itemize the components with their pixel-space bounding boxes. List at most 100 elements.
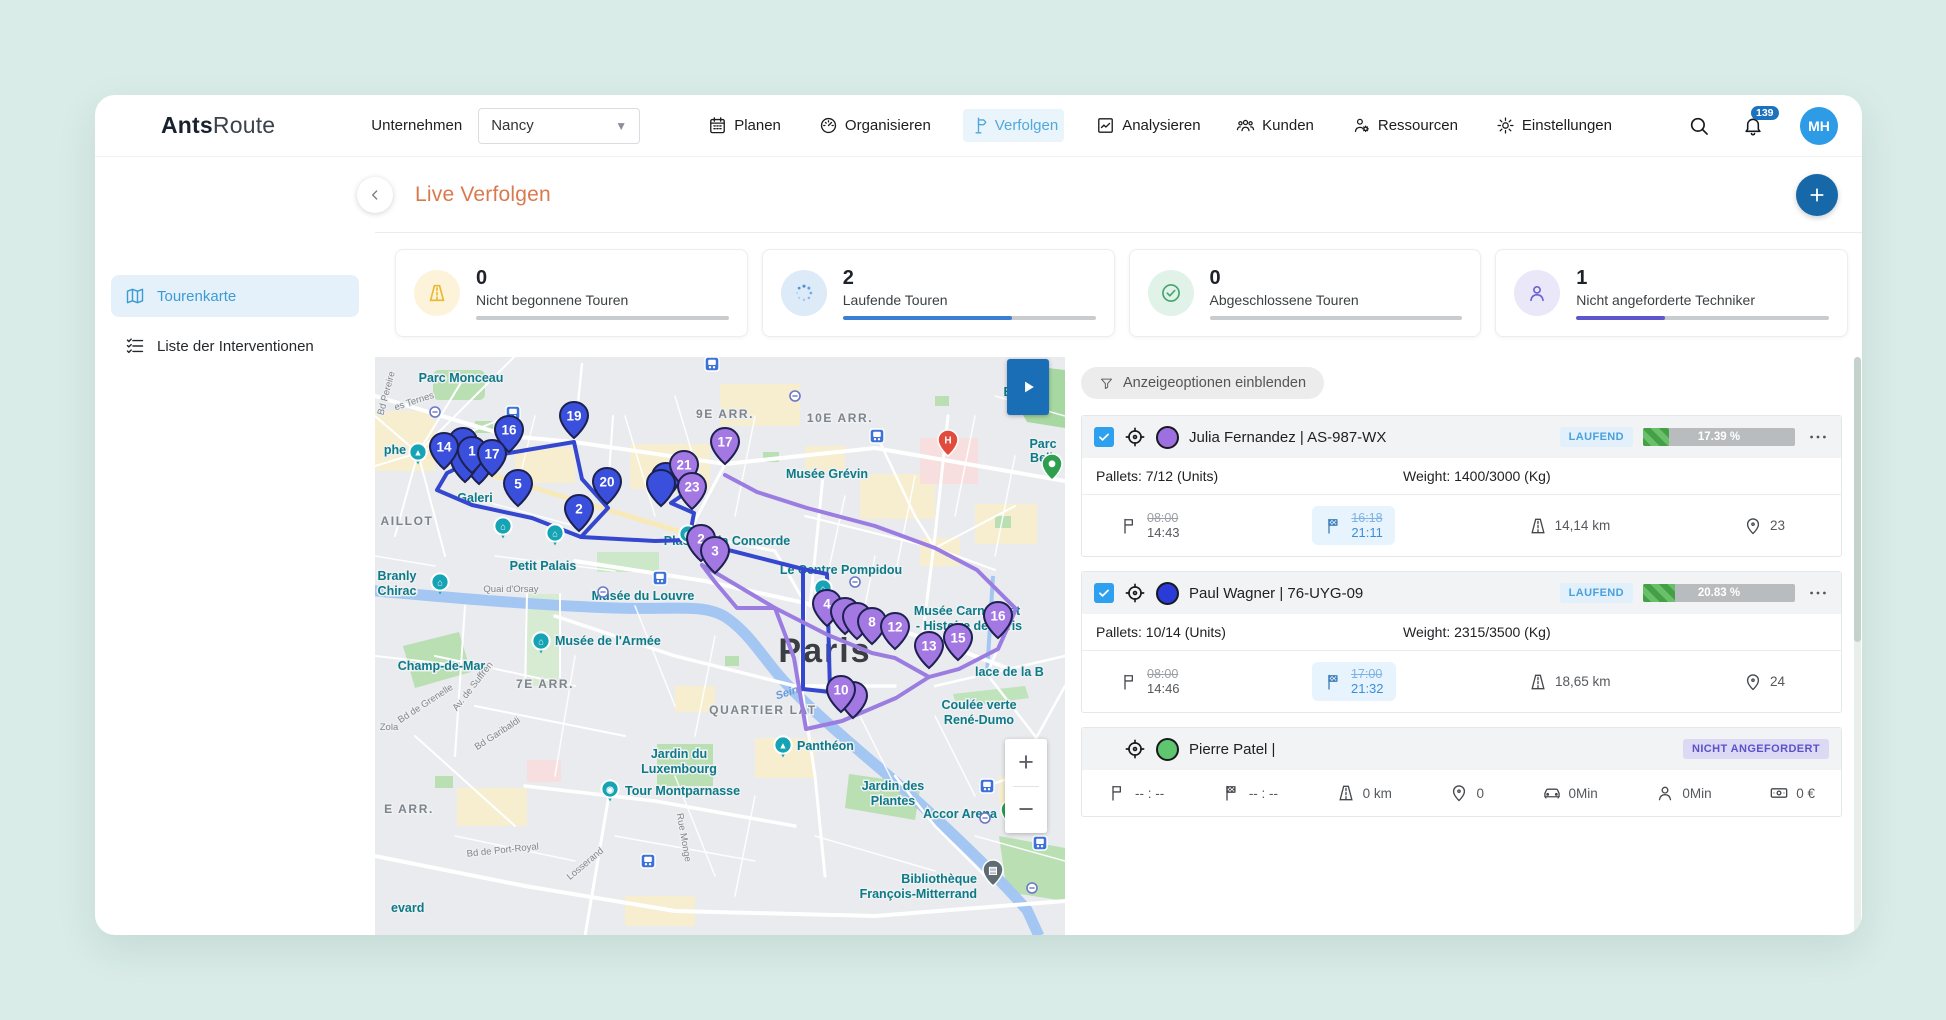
- flag-icon: [1120, 516, 1140, 536]
- svg-text:Jardin des: Jardin des: [862, 779, 925, 793]
- locate-icon[interactable]: [1124, 426, 1146, 448]
- svg-text:▲: ▲: [779, 741, 788, 751]
- svg-text:AILLOT: AILLOT: [381, 514, 434, 528]
- map[interactable]: Bd Pereire es Ternes Parc Monceau 9E ARR. 10…: [375, 357, 1065, 935]
- svg-text:⌂: ⌂: [538, 637, 543, 647]
- add-button[interactable]: [1796, 173, 1838, 216]
- chevron-left-icon: [367, 187, 383, 203]
- svg-text:10: 10: [833, 683, 848, 698]
- svg-text:Bibliothèque: Bibliothèque: [901, 872, 977, 886]
- zoom-in-button[interactable]: +: [1005, 739, 1047, 786]
- svg-text:23: 23: [684, 480, 700, 495]
- search-button[interactable]: [1688, 115, 1710, 137]
- nav-item-analysieren[interactable]: Analysieren: [1090, 109, 1206, 142]
- svg-text:8: 8: [868, 615, 876, 630]
- svg-text:evard: evard: [391, 901, 424, 915]
- sidebar-item-tourenkarte[interactable]: Tourenkarte: [111, 275, 359, 317]
- funnel-icon: [1099, 376, 1114, 391]
- finish-flag-icon: [1324, 516, 1344, 536]
- svg-text:Le Centre Pompidou: Le Centre Pompidou: [780, 563, 902, 577]
- svg-text:▲: ▲: [414, 448, 423, 458]
- navbar: AntsRoute Unternehmen Nancy ▼ Planen Org…: [95, 95, 1862, 157]
- status-badge: LAUFEND: [1559, 583, 1633, 603]
- nav-item-organisieren[interactable]: Organisieren: [813, 109, 937, 142]
- locate-icon[interactable]: [1124, 738, 1146, 760]
- scrollbar[interactable]: [1854, 357, 1861, 935]
- svg-text:Parc: Parc: [1029, 437, 1056, 451]
- content-header: Live Verfolgen: [357, 157, 1862, 233]
- display-options-button[interactable]: Anzeigeoptionen einblenden: [1081, 367, 1325, 399]
- more-menu-icon[interactable]: [1807, 426, 1829, 448]
- map-zoom-control: + −: [1005, 739, 1047, 833]
- road-icon: [1528, 516, 1548, 536]
- more-menu-icon[interactable]: [1807, 582, 1829, 604]
- sidebar: Tourenkarte Liste der Interventionen: [95, 157, 375, 935]
- nav-item-ressourcen[interactable]: Ressourcen: [1346, 109, 1464, 142]
- collapse-sidebar-button[interactable]: [357, 177, 393, 213]
- svg-text:lace de la B: lace de la B: [975, 665, 1044, 679]
- end-time: -- : --: [1222, 783, 1278, 803]
- stat-progress: [1576, 315, 1829, 320]
- nav-item-einstellungen[interactable]: Einstellungen: [1490, 109, 1618, 142]
- driver-distance: 18,65 km: [1528, 672, 1611, 692]
- stat-label: Nicht begonnene Touren: [476, 291, 629, 308]
- start-time: 08:00 14:46: [1120, 667, 1180, 696]
- stat-value: 1: [1576, 266, 1588, 289]
- svg-text:Tour Montparnasse: Tour Montparnasse: [625, 784, 740, 798]
- users-icon: [1236, 116, 1255, 135]
- svg-text:21: 21: [676, 458, 692, 473]
- svg-text:Panthéon: Panthéon: [797, 739, 854, 753]
- svg-text:7E ARR.: 7E ARR.: [516, 677, 574, 691]
- nav-item-kunden[interactable]: Kunden: [1230, 109, 1320, 142]
- map-icon: [125, 286, 145, 306]
- end-time: 16:18 21:11: [1312, 506, 1395, 545]
- svg-text:13: 13: [921, 639, 937, 654]
- sidebar-item-interventionen[interactable]: Liste der Interventionen: [111, 325, 359, 367]
- driver-cost: 0 €: [1769, 783, 1815, 803]
- pin-icon: [1743, 672, 1763, 692]
- stat-value: 0: [1209, 266, 1221, 289]
- spinner-icon: [780, 270, 827, 316]
- svg-text:Petit Palais: Petit Palais: [510, 559, 577, 573]
- logo[interactable]: AntsRoute: [123, 111, 275, 141]
- company-select[interactable]: Nancy ▼: [478, 107, 641, 144]
- nav-item-verfolgen[interactable]: Verfolgen: [962, 109, 1065, 142]
- person-icon: [1655, 783, 1675, 803]
- stat-progress: [476, 315, 729, 320]
- gear-icon: [1496, 116, 1515, 135]
- driver-card-pierre: Pierre Patel | NICHT ANGEFORDERT -- : --…: [1081, 727, 1842, 817]
- driver-progress: 20.83 %: [1643, 584, 1795, 602]
- svg-text:9E ARR.: 9E ARR.: [696, 407, 754, 421]
- sidebar-item-label: Liste der Interventionen: [157, 337, 314, 355]
- app-window: AntsRoute Unternehmen Nancy ▼ Planen Org…: [95, 95, 1862, 935]
- driver-name: Paul Wagner | 76-UYG-09: [1189, 584, 1364, 602]
- driver-weight: Weight: 2315/3500 (Kg): [1403, 624, 1551, 640]
- nav-menu: Planen Organisieren Verfolgen Analysiere…: [702, 109, 1206, 142]
- avatar[interactable]: MH: [1800, 106, 1838, 145]
- flag-icon: [1108, 783, 1128, 803]
- stat-value: 2: [842, 266, 854, 289]
- zoom-out-button[interactable]: −: [1005, 786, 1047, 833]
- driver-checkbox[interactable]: [1094, 583, 1114, 603]
- svg-text:phe: phe: [384, 443, 406, 457]
- svg-text:17: 17: [717, 435, 732, 450]
- nav-item-planen[interactable]: Planen: [702, 109, 787, 142]
- driver-checkbox[interactable]: [1094, 427, 1114, 447]
- svg-text:4: 4: [823, 597, 831, 612]
- check-circle-icon: [1147, 270, 1194, 316]
- stat-progress: [1209, 315, 1463, 320]
- sidebar-item-label: Tourenkarte: [157, 287, 237, 305]
- svg-text:◉: ◉: [606, 785, 614, 795]
- company-label: Unternehmen: [371, 117, 463, 134]
- map-expand-button[interactable]: [1007, 359, 1049, 415]
- stat-card-technicians: 1 Nicht angeforderte Techniker: [1495, 249, 1848, 337]
- svg-text:René-Dumo: René-Dumo: [944, 713, 1015, 727]
- scrollbar-thumb[interactable]: [1854, 357, 1861, 642]
- service-duration: 0Min: [1655, 783, 1712, 803]
- main-content: Live Verfolgen 0 Nicht begonnene Touren 2…: [357, 157, 1862, 935]
- locate-icon[interactable]: [1124, 582, 1146, 604]
- svg-text:19: 19: [566, 409, 581, 424]
- driver-card-julia: Julia Fernandez | AS-987-WX LAUFEND 17.3…: [1081, 415, 1842, 557]
- svg-text:16: 16: [501, 423, 517, 438]
- notifications-button[interactable]: 139: [1742, 105, 1779, 137]
